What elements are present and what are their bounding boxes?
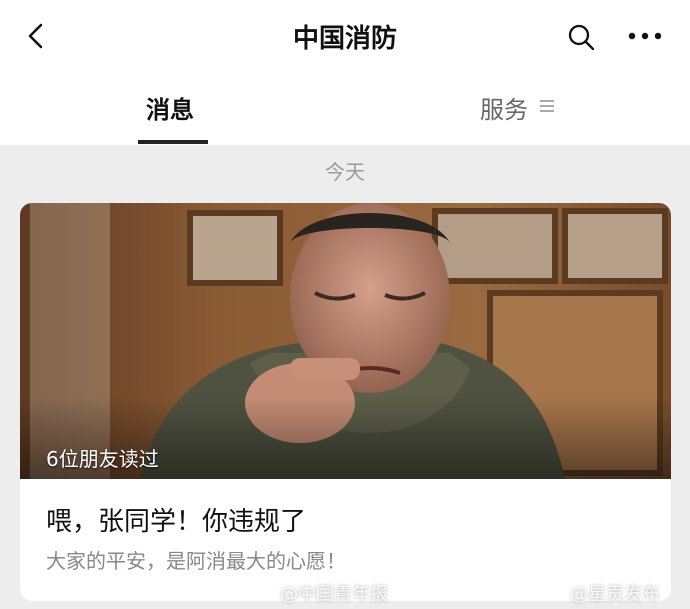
more-horizontal-icon[interactable] — [628, 30, 662, 42]
watermark-cyol: @中国青年报 — [280, 584, 388, 605]
active-tab-indicator — [138, 140, 208, 144]
article-headline[interactable]: 喂，张同学！你违规了 — [46, 501, 306, 538]
read-count-badge: 6位朋友读过 — [46, 447, 159, 471]
cover-image — [20, 203, 671, 479]
menu-lines-icon — [540, 100, 554, 112]
article-card[interactable]: 6位朋友读过 喂，张同学！你违规了 大家的平安，是阿消最大的心愿！ — [20, 203, 671, 601]
top-bar: 中国消防 消息 服务 — [0, 0, 690, 145]
watermark-xinggong: @星贡发布 — [570, 584, 660, 605]
tab-messages[interactable]: 消息 — [146, 90, 194, 125]
date-separator: 今天 — [325, 160, 365, 184]
search-icon[interactable] — [566, 22, 596, 52]
article-subtitle: 大家的平安，是阿消最大的心愿！ — [46, 549, 346, 573]
tab-services[interactable]: 服务 — [480, 90, 528, 125]
